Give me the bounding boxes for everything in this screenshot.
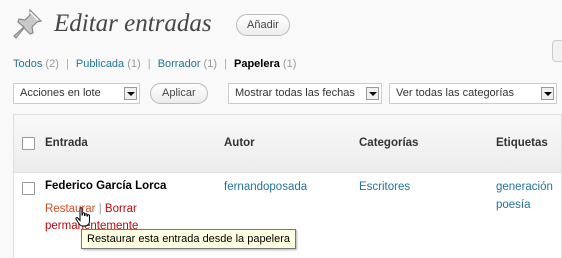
row-actions-separator: | bbox=[98, 203, 102, 215]
filter-published-link[interactable]: Publicada bbox=[76, 58, 124, 70]
filter-published-count: (1) bbox=[127, 58, 141, 70]
column-header-categorias: Categorías bbox=[359, 137, 419, 149]
filter-separator: | bbox=[65, 58, 69, 70]
column-header-autor: Autor bbox=[224, 137, 255, 149]
filter-all-link[interactable]: Todos bbox=[13, 58, 42, 70]
filter-all-count: (2) bbox=[45, 58, 59, 70]
bulk-actions-value: Acciones en lote bbox=[20, 87, 101, 99]
date-filter-value: Mostrar todas las fechas bbox=[235, 87, 355, 99]
apply-button[interactable]: Aplicar bbox=[150, 83, 208, 104]
tag-link[interactable]: generación bbox=[496, 178, 553, 196]
filter-trash-count: (1) bbox=[282, 58, 297, 70]
page-title: Editar entradas bbox=[54, 10, 212, 37]
filter-trash-current[interactable]: Papelera bbox=[234, 58, 280, 70]
author-link[interactable]: fernandoposada bbox=[224, 178, 307, 196]
row-checkbox[interactable] bbox=[22, 182, 35, 195]
post-title: Federico García Lorca bbox=[45, 180, 167, 192]
chevron-down-icon bbox=[541, 87, 554, 100]
add-new-button[interactable]: Añadir bbox=[236, 14, 290, 36]
table-header: Entrada Autor Categorías Etiquetas bbox=[14, 115, 561, 173]
bulk-actions-select[interactable]: Acciones en lote bbox=[13, 83, 140, 104]
filter-separator: | bbox=[147, 58, 151, 70]
filter-draft-count: (1) bbox=[203, 58, 217, 70]
category-filter-value: Ver todas las categorías bbox=[396, 87, 515, 99]
pushpin-icon bbox=[13, 8, 43, 39]
category-filter-select[interactable]: Ver todas las categorías bbox=[389, 83, 557, 104]
filter-separator: | bbox=[224, 58, 227, 70]
page-header: Editar entradas Añadir bbox=[10, 4, 562, 44]
category-link[interactable]: Escritores bbox=[359, 178, 410, 196]
date-filter-select[interactable]: Mostrar todas las fechas bbox=[228, 83, 382, 104]
hand-cursor-icon bbox=[75, 207, 90, 227]
tooltip: Restaurar esta entrada desde la papelera bbox=[81, 229, 297, 249]
tag-link[interactable]: poesía bbox=[496, 196, 531, 214]
chevron-down-icon bbox=[366, 87, 379, 100]
column-header-etiquetas: Etiquetas bbox=[496, 137, 548, 149]
column-header-entrada[interactable]: Entrada bbox=[45, 137, 88, 149]
screen-options-button[interactable] bbox=[552, 40, 562, 62]
bulk-actions-bar: Acciones en lote Aplicar Mostrar todas l… bbox=[13, 83, 562, 105]
status-filter-links: Todos (2) | Publicada (1) | Borrador (1)… bbox=[13, 58, 296, 70]
select-all-checkbox[interactable] bbox=[22, 137, 35, 150]
chevron-down-icon bbox=[124, 87, 137, 100]
filter-draft-link[interactable]: Borrador bbox=[158, 58, 201, 70]
